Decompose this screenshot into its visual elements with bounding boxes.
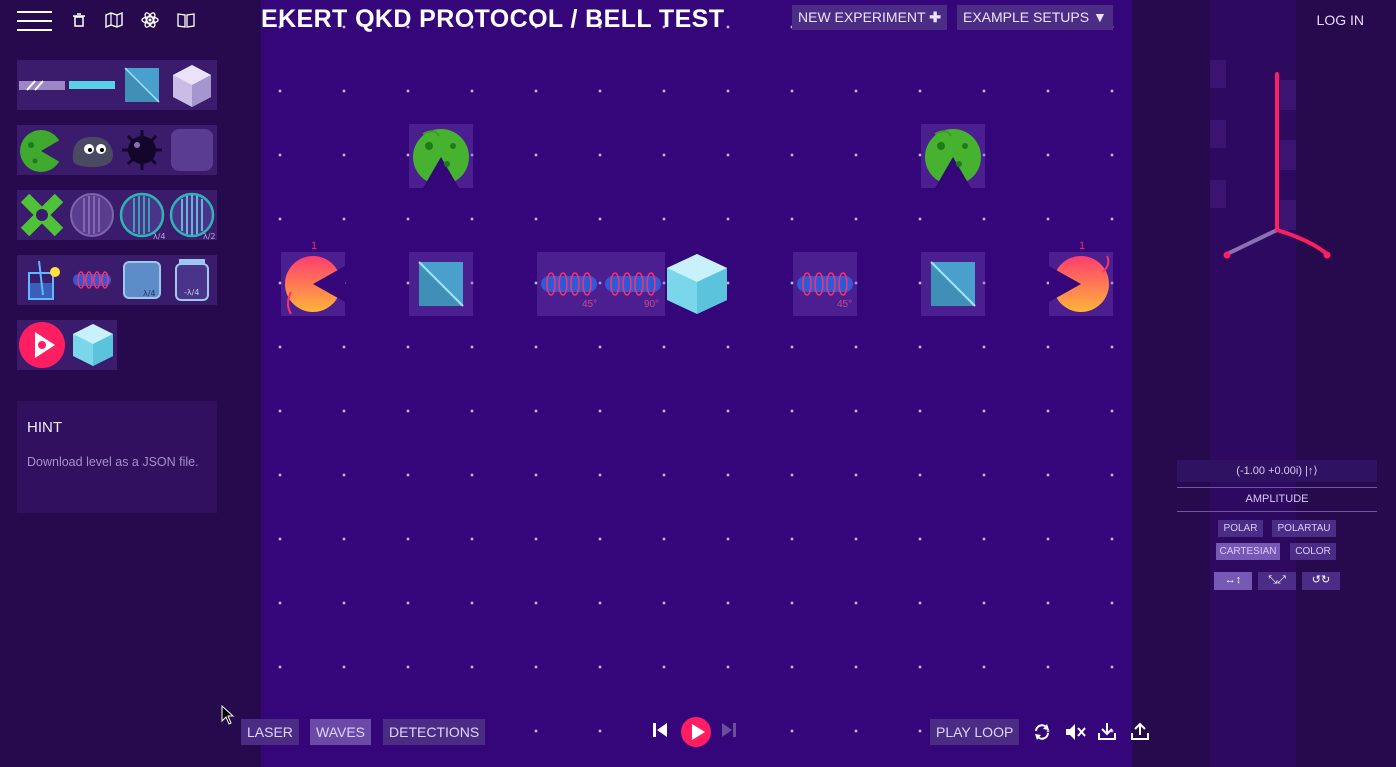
tray-row-detectors [17, 125, 217, 175]
beam-splitter-tile[interactable] [17, 60, 67, 110]
mirror-tile[interactable] [67, 60, 117, 110]
half-wave-plate-tile[interactable]: λ/2 [167, 190, 217, 240]
tray-row-phase: λ/4 -λ/4 [17, 255, 217, 305]
vacuum-jar-tile[interactable]: λ/4 [117, 255, 167, 305]
example-setups-dropdown[interactable]: EXAMPLE SETUPS ▼ [957, 5, 1113, 30]
phase-a-label: 45° [582, 299, 598, 310]
board-detector-right[interactable]: 1 [1049, 240, 1113, 316]
laser-view-button[interactable]: LASER [241, 719, 299, 745]
hint-text: Download level as a JSON file. [27, 455, 199, 469]
upload-icon[interactable] [1131, 722, 1149, 740]
board-pbs-left[interactable] [409, 252, 473, 316]
tray-row-plates: λ/4 λ/2 [17, 190, 217, 240]
phase-shifter-tile[interactable] [67, 255, 117, 305]
board-grid[interactable] [261, 0, 1132, 767]
menu-icon[interactable] [17, 10, 52, 32]
board-detector-left[interactable]: 1 [281, 240, 345, 316]
phase-c-label: 45° [837, 299, 853, 310]
hint-heading: HINT [27, 419, 62, 436]
half-wave-label: λ/2 [203, 232, 216, 240]
tray-row-sources [17, 320, 117, 370]
board-pbs-right[interactable] [921, 252, 985, 316]
phase-b-label: 90° [644, 299, 660, 310]
jar-label: λ/4 [143, 289, 156, 298]
absorber-tile[interactable] [167, 125, 217, 175]
glass-jar-tile[interactable]: -λ/4 [167, 255, 217, 305]
board-detector-upper-left[interactable] [409, 124, 473, 188]
login-link[interactable]: LOG IN [1317, 12, 1364, 28]
download-icon[interactable] [1098, 722, 1116, 740]
circular-basis-button[interactable]: ↺↻ [1302, 572, 1340, 590]
mine-tile[interactable] [117, 125, 167, 175]
state-visualizer-icon [1210, 60, 1331, 259]
detector-tile[interactable] [17, 125, 67, 175]
book-icon[interactable] [177, 12, 195, 28]
play-loop-button[interactable]: PLAY LOOP [930, 719, 1020, 745]
plus-icon: ✚ [929, 9, 941, 25]
color-button[interactable]: COLOR [1290, 543, 1336, 560]
detector-right-count: 1 [1079, 240, 1086, 252]
step-forward-icon[interactable] [721, 722, 737, 738]
triangle-down-icon: ▼ [1092, 9, 1107, 25]
polarizing-beam-splitter-tile[interactable] [117, 60, 167, 110]
diagonal-basis-button[interactable]: ⤡⤢ [1258, 572, 1296, 590]
arrows-diagonal-icon: ⤡⤢ [1268, 574, 1286, 586]
play-icon[interactable] [680, 716, 712, 748]
glass-block-tile[interactable] [67, 320, 117, 370]
new-experiment-button[interactable]: NEW EXPERIMENT ✚ [792, 5, 947, 30]
atom-icon[interactable] [141, 11, 159, 29]
quarter-wave-label: λ/4 [153, 232, 166, 240]
arrows-circular-icon: ↺↻ [1311, 574, 1331, 586]
glass-jar-label: -λ/4 [184, 288, 199, 297]
page-title: EKERT QKD PROTOCOL / BELL TEST [261, 5, 725, 33]
amplitude-value: (-1.00 +0.00i) |↑⟩ [1177, 460, 1377, 482]
horizontal-vertical-basis-button[interactable]: ↔↕ [1214, 572, 1252, 590]
rewind-icon[interactable] [652, 722, 668, 738]
polartau-button[interactable]: POLARTAU [1272, 520, 1336, 537]
arrows-hv-icon: ↔↕ [1224, 574, 1242, 586]
board-phase-shifter-c[interactable]: 45° [793, 252, 857, 316]
map-icon[interactable] [105, 12, 123, 28]
trash-icon[interactable] [72, 13, 86, 27]
mute-icon[interactable] [1065, 723, 1087, 741]
polarizer-tile[interactable] [67, 190, 117, 240]
quarter-wave-plate-tile[interactable]: λ/4 [117, 190, 167, 240]
amplitude-label: AMPLITUDE [1245, 493, 1309, 505]
divider [1177, 511, 1377, 512]
board-detector-upper-right[interactable] [921, 124, 985, 188]
cartesian-button[interactable]: CARTESIAN [1216, 543, 1280, 560]
polar-button[interactable]: POLAR [1218, 520, 1263, 537]
divider [1177, 487, 1377, 488]
faraday-rotator-tile[interactable] [167, 60, 217, 110]
mouse-cursor-icon [221, 704, 235, 730]
detections-view-button[interactable]: DETECTIONS [383, 719, 486, 745]
example-setups-label: EXAMPLE SETUPS [963, 9, 1090, 25]
board-entangled-source[interactable] [665, 252, 729, 316]
detector-left-count: 1 [311, 240, 318, 252]
rock-tile[interactable] [67, 125, 117, 175]
board-phase-shifter-b[interactable]: 90° [601, 252, 665, 316]
new-experiment-label: NEW EXPERIMENT [798, 9, 926, 25]
four-way-detector-tile[interactable] [17, 190, 67, 240]
waves-view-button[interactable]: WAVES [310, 719, 372, 745]
refresh-icon[interactable] [1032, 722, 1052, 742]
hint-panel: HINT Download level as a JSON file. [17, 401, 217, 513]
sugar-solution-tile[interactable] [17, 255, 67, 305]
tray-row-optics [17, 60, 217, 110]
board-phase-shifter-a[interactable]: 45° [537, 252, 601, 316]
laser-tile[interactable] [17, 320, 67, 370]
